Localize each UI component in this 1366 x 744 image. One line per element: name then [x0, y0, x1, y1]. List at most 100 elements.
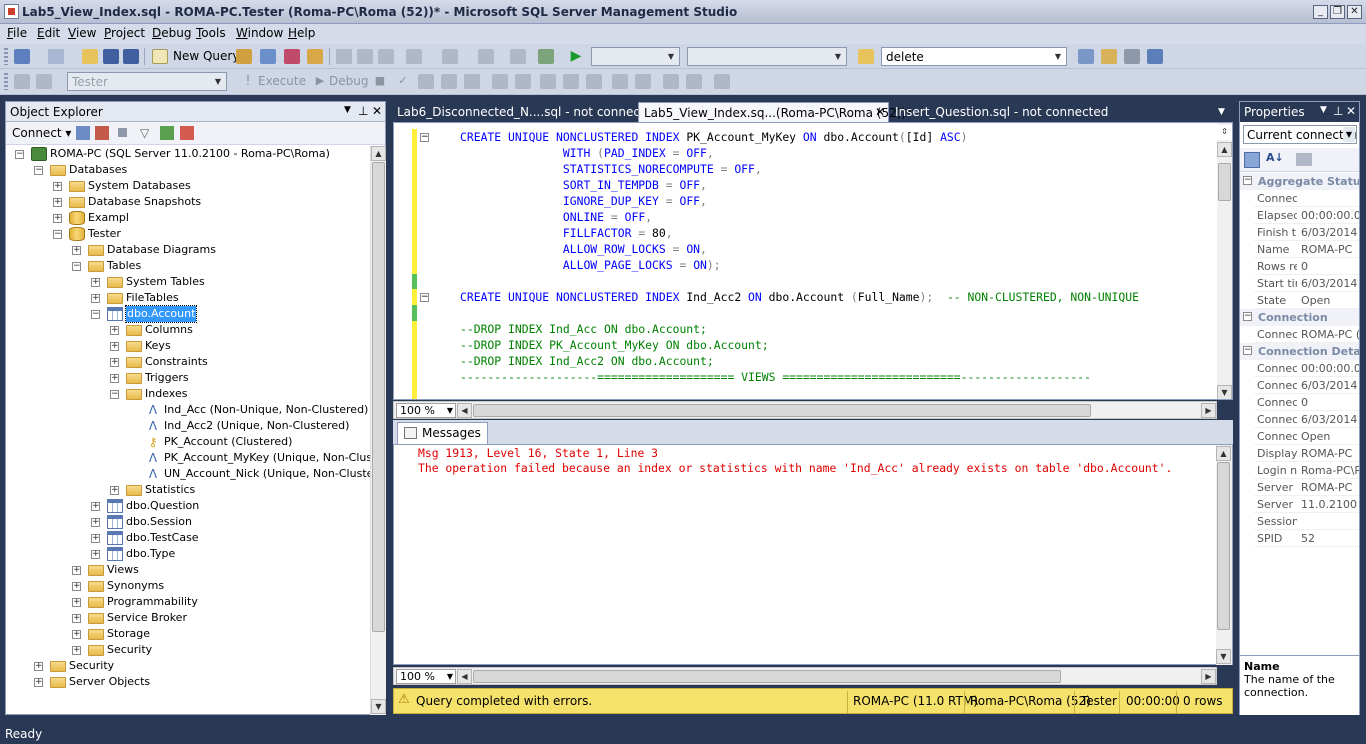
property-category[interactable]: −Connection Details [1240, 343, 1359, 360]
menu-debug[interactable]: Debug [152, 26, 191, 40]
toolbar-grip[interactable] [4, 48, 8, 65]
property-row[interactable]: Connect 6/03/2014 1 [1254, 411, 1359, 428]
tree-scrollbar[interactable]: ▲ ▼ [370, 146, 386, 715]
property-row[interactable]: Session [1254, 513, 1359, 530]
open-file-icon[interactable] [82, 49, 98, 64]
hscroll-thumb[interactable] [473, 670, 1061, 683]
editor-scrollbar[interactable]: ⇕ ▲ ▼ [1217, 123, 1232, 399]
expand-icon[interactable]: + [91, 550, 100, 559]
tree-node[interactable]: + Synonyms [6, 578, 370, 594]
start-debug-icon[interactable]: ▶ [568, 49, 584, 64]
include-plan-icon[interactable] [540, 74, 556, 89]
property-row[interactable]: Connect Open [1254, 428, 1359, 445]
scroll-left-icon[interactable]: ◀ [457, 669, 472, 684]
comment-icon[interactable] [612, 74, 628, 89]
debug-icon[interactable]: ▶ [312, 74, 328, 89]
copy-icon[interactable] [357, 49, 373, 64]
property-row[interactable]: State Open [1254, 292, 1359, 309]
collapse-region-icon[interactable]: − [420, 293, 429, 302]
tree-node[interactable]: − ROMA-PC (SQL Server 11.0.2100 - Roma-PC… [6, 146, 370, 162]
tree-node[interactable]: + Keys [6, 338, 370, 354]
analysis-mdx-icon[interactable] [260, 49, 276, 64]
pin-icon[interactable]: ⊥ [1333, 104, 1343, 118]
results-to-file-icon[interactable] [586, 74, 602, 89]
navigate-backward-icon[interactable] [478, 49, 494, 64]
filter-icon[interactable]: ▽ [140, 126, 149, 140]
cancel-query-icon[interactable]: ■ [372, 74, 388, 89]
tree-node[interactable]: ⴷ UN_Account_Nick (Unique, Non-Clustered) [6, 466, 370, 482]
expand-icon[interactable]: + [72, 598, 81, 607]
new-query-button[interactable]: New Query [173, 49, 239, 63]
scroll-up-icon[interactable]: ▲ [1217, 142, 1232, 157]
expand-icon[interactable]: + [53, 214, 62, 223]
tree-node[interactable]: + Database Diagrams [6, 242, 370, 258]
menu-project[interactable]: Project [104, 26, 145, 40]
scroll-down-icon[interactable]: ▼ [1217, 385, 1232, 399]
hscroll-thumb[interactable] [473, 404, 1091, 417]
zoom-combo[interactable]: 100 % ▼ [396, 403, 456, 418]
tree-node[interactable]: + Views [6, 562, 370, 578]
query-designer-icon[interactable] [441, 74, 457, 89]
new-query-icon[interactable] [152, 49, 168, 64]
property-row[interactable]: Connect 6/03/2014 1 [1254, 377, 1359, 394]
analysis-dmx-icon[interactable] [284, 49, 300, 64]
tree-node[interactable]: + Security [6, 642, 370, 658]
scroll-right-icon[interactable]: ▶ [1201, 403, 1216, 418]
db-engine-query-icon[interactable] [236, 49, 252, 64]
tree-node[interactable]: ⴷ Ind_Acc2 (Unique, Non-Clustered) [6, 418, 370, 434]
navigate-forward-icon[interactable] [510, 49, 526, 64]
collapse-icon[interactable]: − [34, 166, 43, 175]
collapse-icon[interactable]: − [1243, 346, 1252, 355]
menu-tools[interactable]: Tools [196, 26, 226, 40]
platform-combo[interactable]: ▼ [687, 47, 847, 66]
display-plan-icon[interactable] [418, 74, 434, 89]
tree-node[interactable]: − Tester [6, 226, 370, 242]
decrease-indent-icon[interactable] [663, 74, 679, 89]
expand-icon[interactable]: + [72, 630, 81, 639]
tree-node[interactable]: − Indexes [6, 386, 370, 402]
menu-help[interactable]: Help [288, 26, 315, 40]
parse-icon[interactable]: ✓ [395, 74, 411, 89]
tree-node[interactable]: + Statistics [6, 482, 370, 498]
ssms-app-icon[interactable] [4, 4, 19, 19]
expand-icon[interactable]: + [91, 534, 100, 543]
increase-indent-icon[interactable] [686, 74, 702, 89]
tree-node[interactable]: + Constraints [6, 354, 370, 370]
collapse-icon[interactable]: − [72, 262, 81, 271]
expand-icon[interactable]: + [110, 326, 119, 335]
expand-icon[interactable]: + [72, 246, 81, 255]
property-row[interactable]: Start tim 6/03/2014 1 [1254, 275, 1359, 292]
xmla-query-icon[interactable] [307, 49, 323, 64]
connect-icon[interactable] [14, 74, 30, 89]
alphabetical-icon[interactable]: A↓ [1266, 151, 1284, 164]
uncomment-icon[interactable] [635, 74, 651, 89]
save-icon[interactable] [103, 49, 119, 64]
scroll-down-icon[interactable]: ▼ [1216, 649, 1231, 664]
toolbar-grip[interactable] [4, 73, 8, 90]
expand-icon[interactable]: + [91, 278, 100, 287]
expand-icon[interactable]: + [34, 662, 43, 671]
tree-node[interactable]: + Storage [6, 626, 370, 642]
expand-icon[interactable]: + [53, 182, 62, 191]
find-combo[interactable]: delete ▼ [881, 47, 1067, 66]
property-row[interactable]: Server n ROMA-PC [1254, 479, 1359, 496]
property-pages-icon[interactable] [1296, 153, 1312, 166]
property-row[interactable]: Server v 11.0.2100 [1254, 496, 1359, 513]
connect-object-explorer-icon[interactable] [76, 126, 90, 140]
scroll-right-icon[interactable]: ▶ [1201, 669, 1216, 684]
property-row[interactable]: Display n ROMA-PC [1254, 445, 1359, 462]
expand-icon[interactable]: + [91, 502, 100, 511]
tree-node[interactable]: + Server Objects [6, 674, 370, 690]
find-in-files-icon[interactable] [858, 49, 874, 64]
tab-list-chevron-icon[interactable]: ▼ [1218, 107, 1225, 117]
collapse-icon[interactable]: − [15, 150, 24, 159]
collapse-icon[interactable]: − [1243, 176, 1252, 185]
tree-node[interactable]: + Columns [6, 322, 370, 338]
tree-node[interactable]: + dbo.Question [6, 498, 370, 514]
specify-values-icon[interactable] [714, 74, 730, 89]
query-editor[interactable]: − − CREATE UNIQUE NONCLUSTERED INDEX PK_… [393, 122, 1233, 400]
expand-icon[interactable]: + [53, 198, 62, 207]
expand-icon[interactable]: + [34, 678, 43, 687]
tree-node[interactable]: ⴷ Ind_Acc (Non-Unique, Non-Clustered) [6, 402, 370, 418]
properties-window-icon[interactable] [1124, 49, 1140, 64]
